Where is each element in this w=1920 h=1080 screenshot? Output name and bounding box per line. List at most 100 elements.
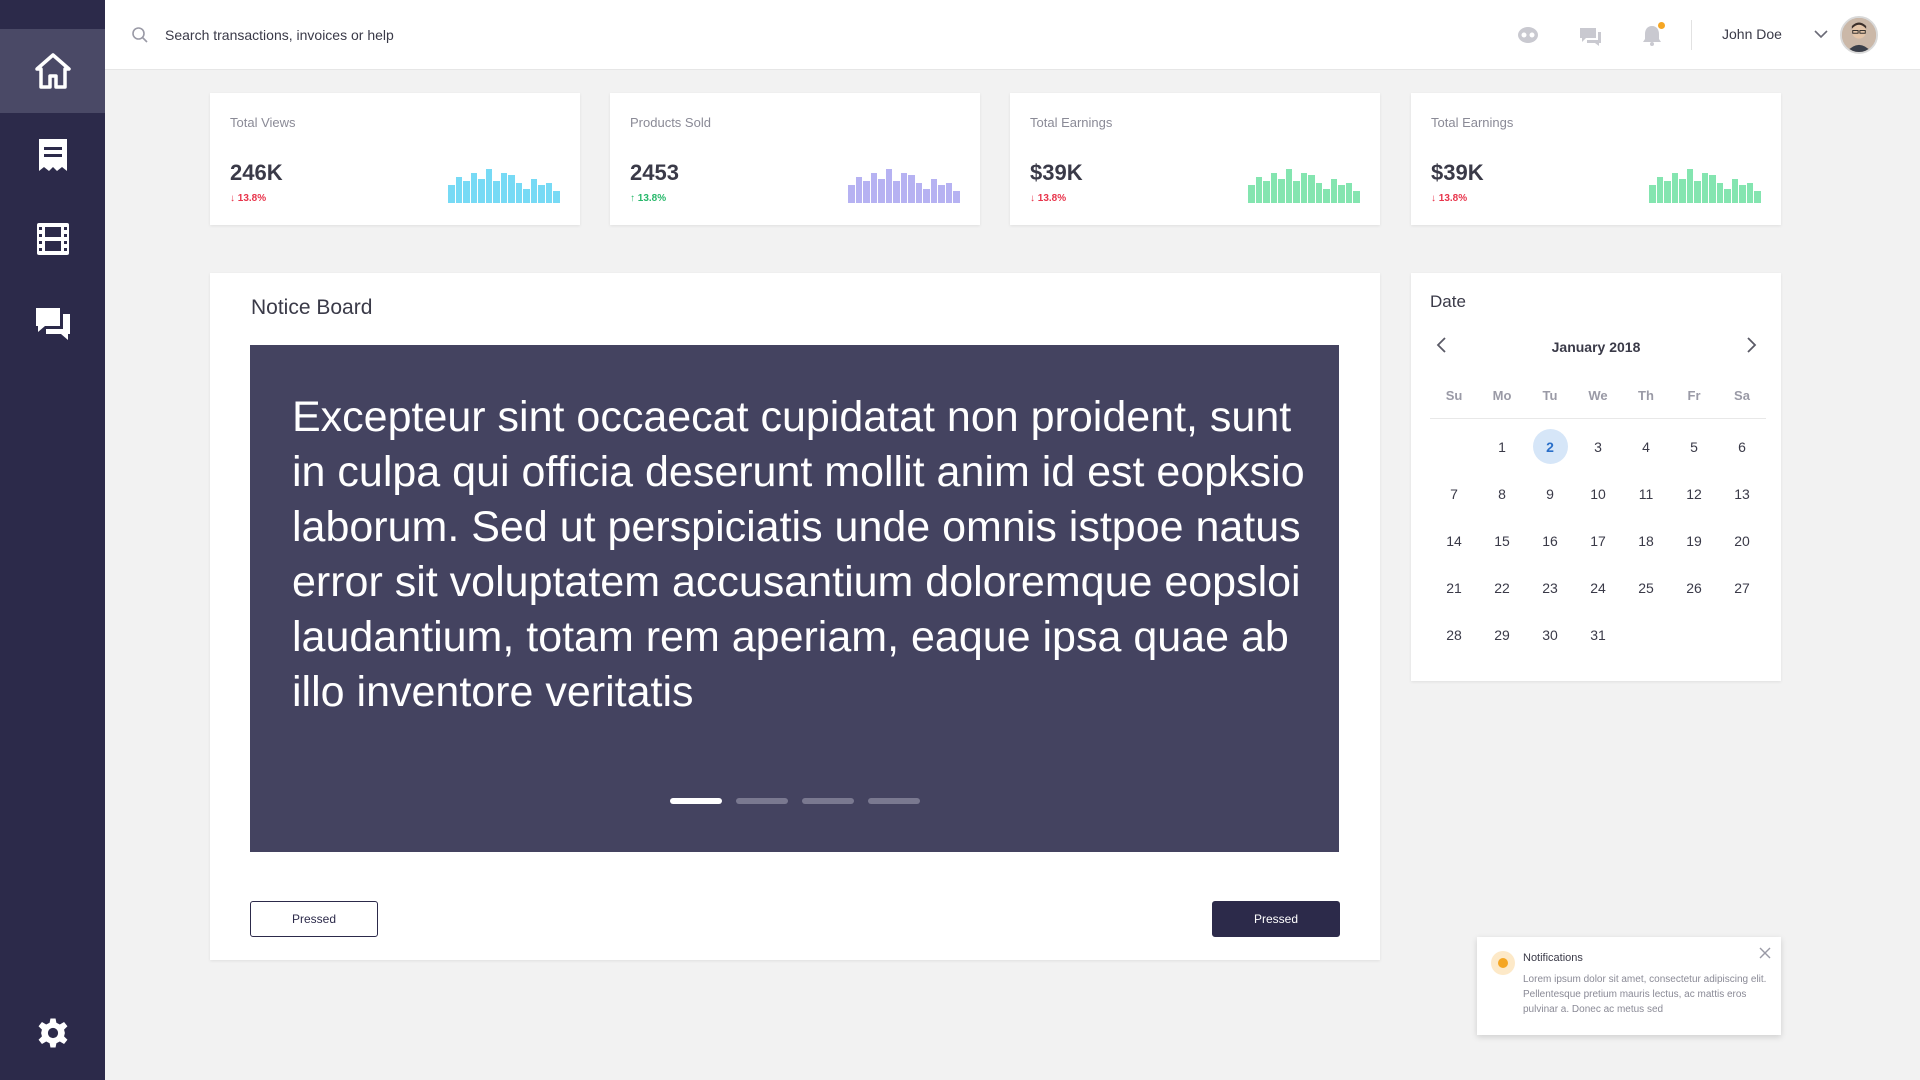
notice-title: Notice Board — [251, 296, 373, 319]
message-icon[interactable] — [1577, 23, 1603, 47]
carousel-dot[interactable] — [867, 798, 920, 804]
chevron-right-icon[interactable] — [1741, 335, 1761, 355]
sparkline-bar — [953, 191, 960, 203]
calendar-day[interactable]: 27 — [1718, 564, 1766, 611]
calendar-day[interactable]: 2 — [1526, 423, 1574, 470]
calendar-day[interactable]: 16 — [1526, 517, 1574, 564]
stat-change-value: 13.8% — [1438, 193, 1468, 204]
sparkline-bar — [545, 183, 553, 203]
stat-change-value: 13.8% — [637, 193, 667, 204]
primary-button[interactable]: Pressed — [1212, 901, 1340, 937]
calendar-day[interactable]: 19 — [1670, 517, 1718, 564]
calendar-day[interactable]: 15 — [1478, 517, 1526, 564]
carousel-dot[interactable] — [735, 798, 788, 804]
secondary-button[interactable]: Pressed — [250, 901, 378, 937]
calendar-day[interactable]: 24 — [1574, 564, 1622, 611]
notifications-button[interactable] — [1639, 22, 1665, 47]
calendar-day[interactable]: 29 — [1478, 611, 1526, 658]
calendar-day[interactable]: 22 — [1478, 564, 1526, 611]
calendar-day[interactable]: 18 — [1622, 517, 1670, 564]
sparkline-bar — [470, 173, 478, 203]
calendar-day[interactable]: 20 — [1718, 517, 1766, 564]
calendar-day[interactable]: 10 — [1574, 470, 1622, 517]
sparkline-bar — [493, 181, 500, 203]
receipt-icon — [38, 139, 67, 171]
sidebar-item-messages[interactable] — [0, 281, 105, 365]
calendar-day-number: 18 — [1638, 532, 1654, 549]
calendar-day[interactable]: 28 — [1430, 611, 1478, 658]
arrow-down-icon: ↓ — [1431, 193, 1439, 204]
stat-value: 2453 — [630, 160, 679, 185]
calendar-day[interactable]: 31 — [1574, 611, 1622, 658]
weekday-label: Tu — [1542, 388, 1558, 403]
avatar[interactable] — [1840, 16, 1878, 54]
calendar-day[interactable]: 11 — [1622, 470, 1670, 517]
calendar-day[interactable]: 26 — [1670, 564, 1718, 611]
support-icon[interactable] — [1515, 23, 1541, 47]
calendar-day-number: 30 — [1542, 626, 1558, 643]
notice-carousel[interactable]: Excepteur sint occaecat cupidatat non pr… — [250, 345, 1339, 852]
search-input[interactable] — [165, 22, 665, 48]
calendar-day[interactable]: 17 — [1574, 517, 1622, 564]
sparkline-bar — [485, 169, 493, 203]
calendar-day[interactable]: 1 — [1478, 423, 1526, 470]
sparkline-bar — [463, 181, 470, 203]
calendar-day-number: 25 — [1638, 579, 1654, 596]
stat-value: 246K — [230, 160, 283, 185]
calendar-day-number: 13 — [1734, 485, 1750, 502]
user-name[interactable]: John Doe — [1722, 26, 1782, 42]
calendar-day[interactable]: 21 — [1430, 564, 1478, 611]
calendar-day-number: 17 — [1590, 532, 1606, 549]
stat-card: Total Earnings $39K ↓ 13.8% — [1010, 93, 1380, 225]
calendar-day[interactable]: 7 — [1430, 470, 1478, 517]
chevron-down-icon[interactable] — [1813, 28, 1829, 40]
sparkline-bar — [1278, 179, 1285, 203]
sparkline-bar — [1248, 185, 1255, 203]
calendar-day-number: 11 — [1638, 485, 1654, 502]
calendar-day-number: 5 — [1690, 438, 1698, 455]
sidebar-item-settings[interactable] — [0, 991, 105, 1075]
sidebar-item-media[interactable] — [0, 197, 105, 281]
sparkline-bar — [885, 169, 893, 203]
calendar-day-number: 7 — [1450, 485, 1458, 502]
calendar-day[interactable]: 23 — [1526, 564, 1574, 611]
carousel-dot[interactable] — [669, 798, 722, 804]
calendar-day[interactable]: 3 — [1574, 423, 1622, 470]
sparkline-bar — [1353, 191, 1360, 203]
calendar-days: 1 2 3 4 5 6 7 8 9 10 11 12 13 14 15 16 17 18 19 20 21 22 23 24 2… — [1430, 419, 1766, 658]
calendar-card: Date January 2018 Su Mo Tu We Th Fr Sa 1… — [1411, 273, 1781, 681]
calendar-day[interactable]: 8 — [1478, 470, 1526, 517]
sparkline-bar — [448, 185, 455, 203]
sparkline-bar — [1263, 181, 1270, 203]
calendar-day[interactable]: 6 — [1718, 423, 1766, 470]
calendar-day[interactable]: 4 — [1622, 423, 1670, 470]
calendar-day-number: 21 — [1446, 579, 1462, 596]
carousel-dot[interactable] — [801, 798, 854, 804]
calendar-day[interactable]: 13 — [1718, 470, 1766, 517]
sidebar-item-home[interactable] — [0, 29, 105, 113]
calendar-day-number: 26 — [1686, 579, 1702, 596]
calendar-day[interactable]: 14 — [1430, 517, 1478, 564]
arrow-up-icon: ↑ — [630, 193, 638, 204]
weekday-label: Fr — [1687, 388, 1701, 403]
sparkline-bar — [1315, 183, 1323, 203]
calendar-day[interactable]: 5 — [1670, 423, 1718, 470]
calendar-day-number: 19 — [1686, 532, 1702, 549]
weekday-label: Mo — [1492, 388, 1512, 403]
calendar-day-number: 16 — [1542, 532, 1558, 549]
calendar-day[interactable]: 9 — [1526, 470, 1574, 517]
notification-toast: Notifications Lorem ipsum dolor sit amet… — [1477, 937, 1781, 1035]
calendar-day[interactable]: 25 — [1622, 564, 1670, 611]
sparkline-bar — [1656, 177, 1664, 203]
sidebar-item-receipts[interactable] — [0, 113, 105, 197]
sparkline-bar — [893, 181, 900, 203]
close-icon[interactable] — [1759, 947, 1771, 959]
sparkline-bar — [915, 183, 923, 203]
sparkline-bar — [1308, 175, 1315, 203]
sparkline-bar — [908, 175, 915, 203]
calendar-day[interactable]: 30 — [1526, 611, 1574, 658]
sparkline-bar — [1664, 181, 1671, 203]
calendar-day-number: 1 — [1498, 438, 1506, 455]
calendar-day-number: 24 — [1590, 579, 1606, 596]
calendar-day[interactable]: 12 — [1670, 470, 1718, 517]
